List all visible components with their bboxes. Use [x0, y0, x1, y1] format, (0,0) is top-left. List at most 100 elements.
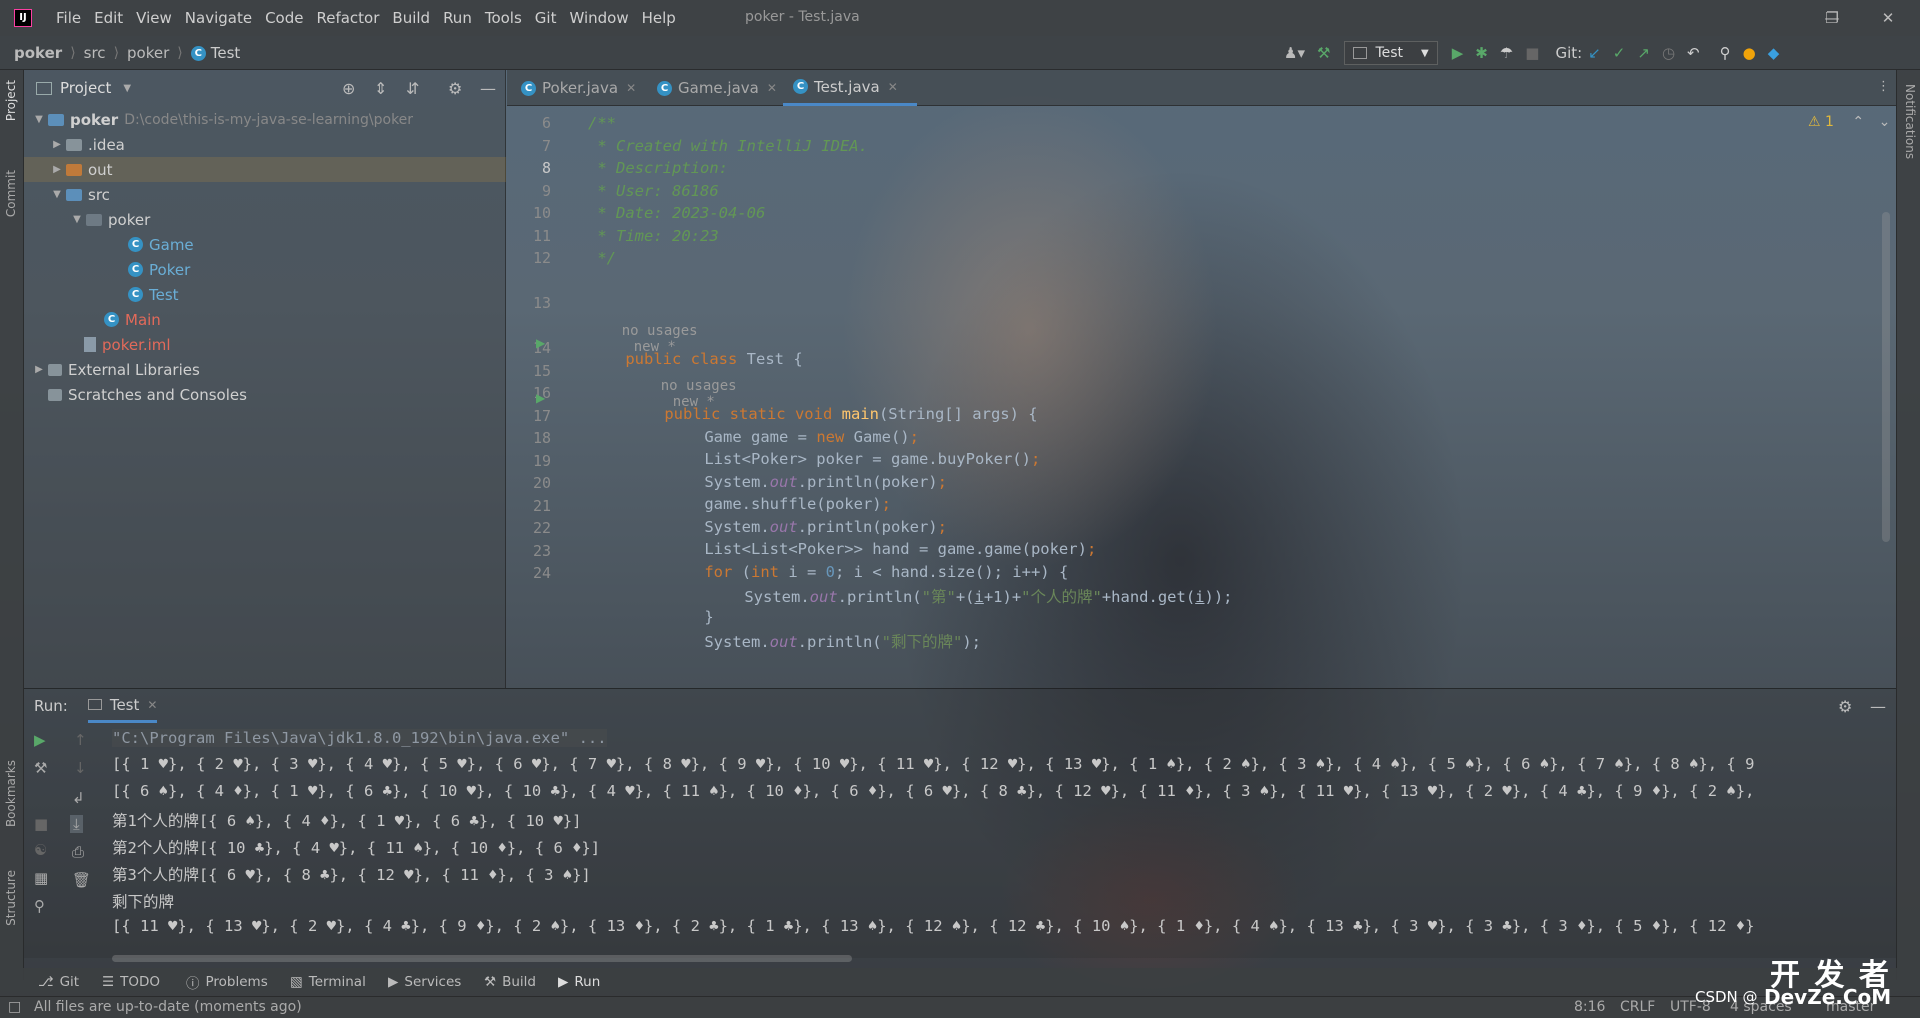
updates-icon[interactable]: ●	[1743, 44, 1756, 62]
scroll-down-icon[interactable]: ↓	[74, 759, 87, 777]
hide-panel-icon[interactable]: —	[1870, 697, 1886, 716]
collapse-all-icon[interactable]: ⇵	[406, 79, 419, 98]
tool-window-todo[interactable]: ☰ TODO	[102, 968, 160, 996]
restore-icon[interactable]: ❐	[1812, 6, 1852, 30]
breadcrumb-package[interactable]: poker	[127, 44, 169, 62]
close-icon[interactable]: ✕	[147, 698, 157, 712]
print-icon[interactable]: ⎙	[72, 843, 84, 861]
menu-build[interactable]: Build	[392, 9, 430, 27]
status-message[interactable]: All files are up-to-date (moments ago)	[34, 999, 302, 1015]
tree-item-game[interactable]: C Game	[128, 232, 194, 257]
tool-window-git[interactable]: ⎇ Git	[38, 968, 79, 996]
menu-code[interactable]: Code	[265, 9, 303, 27]
chevron-right-icon[interactable]: ▶	[48, 139, 66, 150]
git-commit-icon[interactable]: ✓	[1613, 44, 1626, 62]
tree-item-idea[interactable]: ▶ .idea	[48, 132, 125, 157]
tab-game-java[interactable]: C Game.java ✕	[647, 70, 787, 106]
status-window-icon[interactable]: □	[8, 999, 21, 1015]
gear-icon[interactable]: ⚙	[1838, 697, 1852, 716]
trash-icon[interactable]: 🗑	[72, 871, 91, 889]
soft-wrap-icon[interactable]: ↲	[72, 789, 85, 807]
bookmarks-side-tab[interactable]: Bookmarks	[4, 760, 18, 827]
breadcrumb-class[interactable]: Test	[211, 44, 241, 62]
chevron-right-icon[interactable]: ▶	[48, 164, 66, 175]
locate-file-icon[interactable]: ⊕	[342, 79, 355, 98]
breadcrumb-src[interactable]: src	[84, 44, 106, 62]
tool-window-terminal[interactable]: ▧ Terminal	[290, 968, 366, 996]
tree-item-external-libraries[interactable]: ▶ External Libraries	[30, 357, 200, 382]
restore-layout-icon[interactable]: ☯	[34, 841, 47, 859]
tree-item-src[interactable]: ▼ src	[48, 182, 110, 207]
console-horizontal-scrollbar[interactable]	[112, 955, 852, 962]
tab-poker-java[interactable]: C Poker.java ✕	[511, 70, 646, 106]
menu-window[interactable]: Window	[569, 9, 628, 27]
git-history-icon[interactable]: ◷	[1662, 44, 1675, 62]
close-icon[interactable]: ✕	[626, 81, 636, 95]
rerun-icon[interactable]: ▶	[34, 731, 46, 749]
menu-tools[interactable]: Tools	[485, 9, 522, 27]
run-main-gutter-icon[interactable]: ▶	[536, 391, 545, 405]
stop-icon[interactable]: ■	[34, 815, 48, 833]
rollback-icon[interactable]: ↶	[1687, 44, 1700, 62]
chevron-down-icon[interactable]: ▼	[30, 114, 48, 125]
commit-side-tab[interactable]: Commit	[4, 170, 18, 217]
menu-run[interactable]: Run	[443, 9, 472, 27]
wrench-icon[interactable]: ⚒	[34, 759, 47, 777]
tree-item-poker-class[interactable]: C Poker	[128, 257, 190, 282]
scroll-up-icon[interactable]: ↑	[74, 731, 87, 749]
scroll-to-end-icon[interactable]: ⤓	[70, 815, 83, 833]
tree-item-package-poker[interactable]: ▼ poker	[68, 207, 150, 232]
tool-window-run[interactable]: ▶ Run	[558, 968, 600, 996]
menu-file[interactable]: File	[56, 9, 81, 27]
pin-icon[interactable]: ⚲	[34, 897, 45, 915]
tree-item-test[interactable]: C Test	[128, 282, 179, 307]
menu-edit[interactable]: Edit	[94, 9, 123, 27]
chevron-right-icon[interactable]: ▶	[30, 364, 48, 375]
project-panel-title[interactable]: Project	[60, 79, 111, 97]
chevron-down-icon[interactable]: ▼	[123, 83, 131, 94]
line-separator[interactable]: CRLF	[1620, 999, 1655, 1015]
git-update-icon[interactable]: ↙	[1588, 44, 1601, 62]
chevron-down-icon[interactable]: ▼	[68, 214, 86, 225]
gear-icon[interactable]: ⚙	[448, 79, 462, 98]
tree-item-poker-root[interactable]: ▼ poker D:\code\this-is-my-java-se-learn…	[30, 107, 413, 132]
chevron-down-icon[interactable]: ▼	[48, 189, 66, 200]
structure-side-tab[interactable]: Structure	[4, 870, 18, 926]
tab-test-java[interactable]: C Test.java ✕	[783, 70, 917, 106]
expand-all-icon[interactable]: ⇕	[374, 79, 387, 98]
caret-position[interactable]: 8:16	[1574, 999, 1605, 1015]
menu-git[interactable]: Git	[535, 9, 557, 27]
layout-icon[interactable]: ▦	[34, 869, 48, 887]
menu-refactor[interactable]: Refactor	[316, 9, 379, 27]
close-window-icon[interactable]: ✕	[1868, 6, 1908, 30]
run-icon[interactable]: ▶	[1452, 44, 1464, 62]
hide-panel-icon[interactable]: —	[480, 79, 496, 98]
close-icon[interactable]: ✕	[888, 80, 898, 94]
menu-navigate[interactable]: Navigate	[185, 9, 252, 27]
stop-icon[interactable]: ■	[1525, 44, 1539, 62]
tool-window-build[interactable]: ⚒ Build	[484, 968, 536, 996]
tool-window-services[interactable]: ▶ Services	[388, 968, 461, 996]
search-icon[interactable]: ⚲	[1720, 44, 1731, 62]
editor-scrollbar[interactable]	[1882, 212, 1890, 542]
user-icon[interactable]: ♟▾	[1284, 44, 1305, 62]
next-highlight-icon[interactable]: ⌄	[1879, 114, 1891, 130]
toolbox-icon[interactable]: ◆	[1768, 44, 1780, 62]
project-side-tab[interactable]: Project	[4, 80, 18, 121]
notifications-side-tab[interactable]: Notifications	[1903, 84, 1917, 159]
debug-bug-icon[interactable]: ✱	[1475, 44, 1488, 62]
more-tabs-icon[interactable]: ⋮	[1877, 79, 1890, 94]
tree-item-out[interactable]: ▶ out	[24, 157, 506, 182]
tool-window-problems[interactable]: ⓘ Problems	[186, 968, 268, 996]
run-configuration-select[interactable]: Test ▼	[1344, 41, 1438, 65]
git-push-icon[interactable]: ↗	[1637, 44, 1650, 62]
tree-item-main[interactable]: C Main	[104, 307, 161, 332]
code-editor[interactable]: /** * Created with IntelliJ IDEA. * Desc…	[588, 106, 1878, 686]
build-hammer-icon[interactable]: ⚒	[1317, 44, 1330, 62]
menu-view[interactable]: View	[136, 9, 172, 27]
menu-help[interactable]: Help	[642, 9, 676, 27]
tree-item-scratches[interactable]: Scratches and Consoles	[48, 382, 247, 407]
coverage-icon[interactable]: ☂	[1500, 44, 1513, 62]
run-tab-test[interactable]: Test ✕	[87, 689, 158, 723]
console-output[interactable]: "C:\Program Files\Java\jdk1.8.0_192\bin\…	[112, 725, 1882, 947]
